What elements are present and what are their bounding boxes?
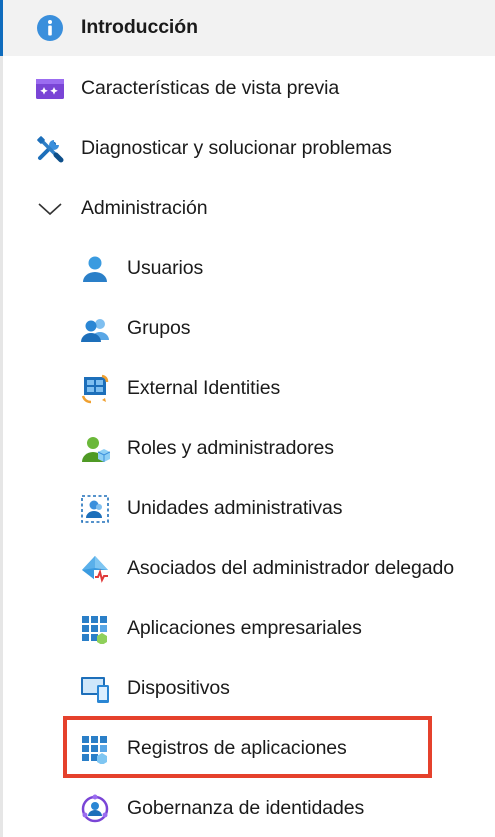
nav-item-label: Usuarios [127,257,204,280]
nav-item-identity-governance[interactable]: Gobernanza de identidades [0,781,495,837]
nav-item-grupos[interactable]: Grupos [0,301,495,357]
nav-item-label: External Identities [127,377,281,400]
info-icon [35,13,65,43]
nav-item-enterprise-apps[interactable]: Aplicaciones empresariales [0,601,495,657]
nav-item-label: Roles y administradores [127,437,334,460]
external-identities-icon [80,374,110,404]
roles-icon [80,434,110,464]
nav-group-label: Administración [81,197,208,220]
chevron-down-icon[interactable] [35,194,65,224]
nav-item-label: Registros de aplicaciones [127,737,347,760]
nav-item-label: Introducción [81,16,198,39]
nav-item-admin-units[interactable]: Unidades administrativas [0,481,495,537]
groups-icon [80,314,110,344]
enterprise-apps-icon [80,614,110,644]
devices-icon [80,674,110,704]
nav-item-app-registrations[interactable]: Registros de aplicaciones [0,721,495,777]
nav-item-preview-features[interactable]: Características de vista previa [0,61,495,117]
nav-item-roles[interactable]: Roles y administradores [0,421,495,477]
wrench-screwdriver-icon [35,134,65,164]
nav-group-administracion[interactable]: Administración [0,181,495,237]
nav-item-usuarios[interactable]: Usuarios [0,241,495,297]
nav-item-label: Dispositivos [127,677,230,700]
nav-item-diagnose[interactable]: Diagnosticar y solucionar problemas [0,121,495,177]
nav-item-label: Diagnosticar y solucionar problemas [81,137,392,160]
administrative-units-icon [80,494,110,524]
nav-item-devices[interactable]: Dispositivos [0,661,495,717]
delegated-admin-icon [80,554,110,584]
nav-item-label: Aplicaciones empresariales [127,617,362,640]
nav-item-label: Unidades administrativas [127,497,343,520]
nav-item-label: Grupos [127,317,191,340]
nav-item-external-identities[interactable]: External Identities [0,361,495,417]
identity-governance-icon [80,794,110,824]
app-registrations-icon [80,734,110,764]
nav-item-label: Asociados del administrador delegado [127,557,455,580]
nav-item-label: Características de vista previa [81,77,340,100]
nav-item-label: Gobernanza de identidades [127,797,365,820]
user-icon [80,254,110,284]
preview-features-icon [35,74,65,104]
nav-item-introduccion[interactable]: Introducción [0,0,495,56]
nav-item-delegated-admin[interactable]: Asociados del administrador delegado [0,541,495,597]
